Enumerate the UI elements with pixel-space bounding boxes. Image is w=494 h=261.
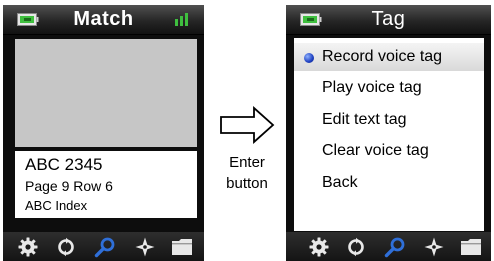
selection-bullet-icon (304, 53, 314, 63)
compass-icon[interactable] (423, 236, 445, 258)
compass-icon[interactable] (134, 236, 156, 258)
menu-item-clear-voice-tag[interactable]: Clear voice tag (294, 137, 484, 165)
match-title-bar: Match (3, 5, 204, 35)
menu-item-edit-text-tag[interactable]: Edit text tag (294, 106, 484, 134)
menu-item-play-voice-tag[interactable]: Play voice tag (294, 74, 484, 102)
gear-icon[interactable] (308, 236, 330, 258)
folder-icon[interactable] (460, 236, 482, 258)
match-index: ABC Index (25, 198, 88, 213)
menu-item-label: Clear voice tag (322, 142, 429, 159)
menu-item-label: Record voice tag (322, 48, 443, 65)
caption-line-1: Enter (229, 154, 265, 171)
enter-button-caption: Enter button (214, 152, 280, 194)
right-toolbar (286, 232, 491, 261)
search-icon[interactable] (384, 236, 406, 258)
menu-item-record-voice-tag[interactable]: Record voice tag (294, 43, 484, 71)
match-name: ABC 2345 (25, 155, 103, 174)
color-swatch-area (15, 39, 197, 147)
signal-icon (174, 12, 190, 31)
left-toolbar (3, 232, 204, 261)
match-screen: Match ABC 2345 Page 9 Row 6 ABC Index (3, 5, 204, 261)
match-location: Page 9 Row 6 (25, 178, 113, 194)
rotate-icon[interactable] (55, 236, 77, 258)
tag-screen: Tag Record voice tag Play voice tag Edit… (286, 5, 491, 261)
menu-item-label: Back (322, 174, 358, 191)
rotate-icon[interactable] (345, 236, 367, 258)
menu-item-label: Edit text tag (322, 111, 407, 128)
search-icon[interactable] (94, 236, 116, 258)
tag-title-bar: Tag (286, 5, 491, 35)
transition-arrow-icon (220, 105, 276, 149)
match-info-box: ABC 2345 Page 9 Row 6 ABC Index (15, 151, 197, 218)
menu-item-back[interactable]: Back (294, 169, 484, 197)
caption-line-2: button (226, 175, 268, 192)
folder-icon[interactable] (171, 236, 193, 258)
tag-title: Tag (371, 8, 406, 30)
gear-icon[interactable] (17, 236, 39, 258)
menu-item-label: Play voice tag (322, 79, 422, 96)
